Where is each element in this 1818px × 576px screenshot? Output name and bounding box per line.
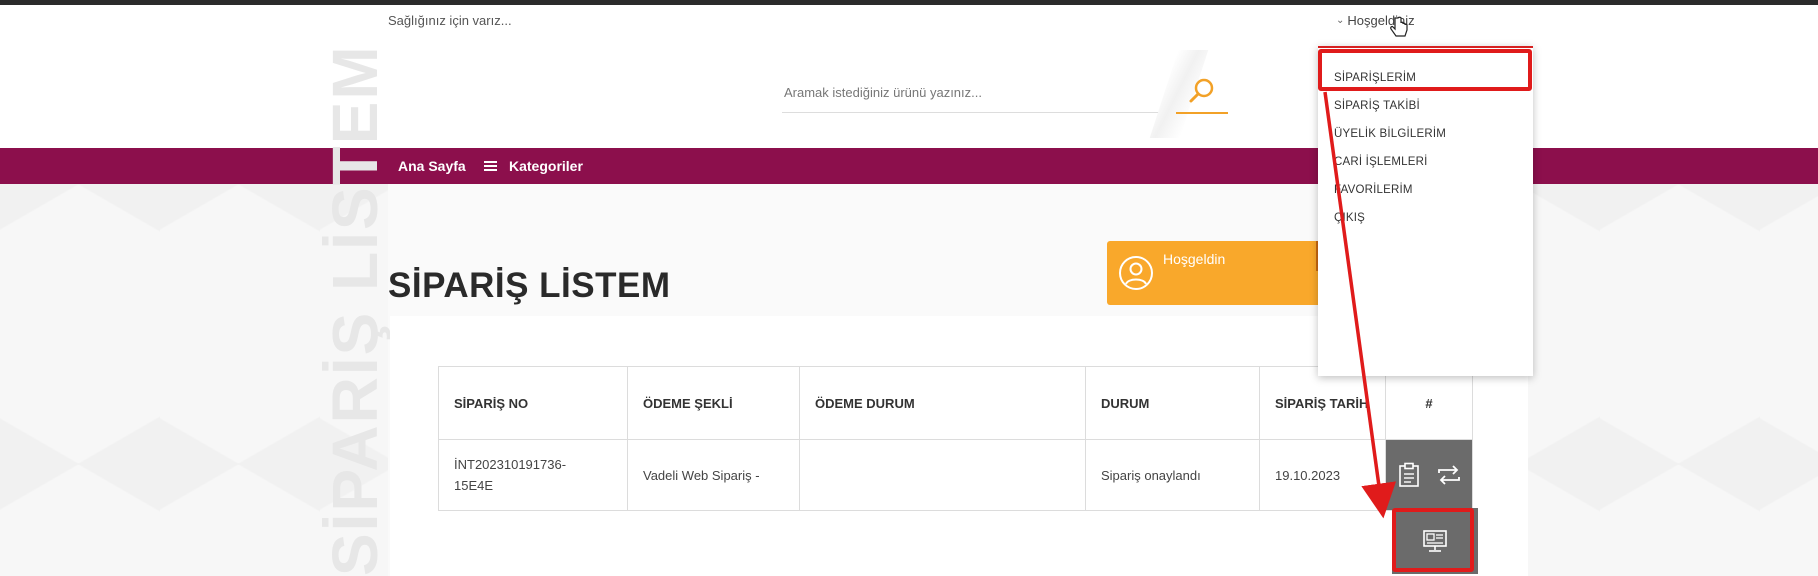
cell-order-no: İNT202310191736-15E4E xyxy=(438,439,628,511)
cell-payment-method: Vadeli Web Sipariş - xyxy=(627,439,800,511)
menu-item-order-tracking[interactable]: SİPARİŞ TAKİBİ xyxy=(1318,92,1533,120)
nav-categories-label: Kategoriler xyxy=(509,158,583,174)
menu-item-orders[interactable]: SİPARİŞLERİM xyxy=(1318,64,1533,92)
search-button[interactable] xyxy=(1176,70,1228,114)
repeat-icon xyxy=(1438,465,1460,485)
header-actions: # xyxy=(1385,366,1473,440)
account-dropdown: SİPARİŞLERİM SİPARİŞ TAKİBİ ÜYELİK BİLGİ… xyxy=(1318,46,1533,376)
hand-cursor-icon xyxy=(1390,16,1408,37)
welcome-card-title: Hoşgeldin xyxy=(1163,251,1226,267)
search-bar xyxy=(782,70,1182,113)
search-icon xyxy=(1189,78,1214,103)
table-header-row: SİPARİŞ NO ÖDEME ŞEKLİ ÖDEME DURUM DURUM… xyxy=(438,366,1473,440)
invoice-screen-icon xyxy=(1423,530,1447,552)
menu-item-logout[interactable]: ÇIKIŞ xyxy=(1318,204,1533,232)
main-navbar: Ana Sayfa Kategoriler xyxy=(0,148,1818,184)
page-title: SİPARİŞ LİSTEM xyxy=(388,266,671,305)
menu-item-favorites[interactable]: FAVORİLERİM xyxy=(1318,176,1533,204)
header-date: SİPARİŞ TARİH xyxy=(1259,366,1386,440)
nav-home-link[interactable]: Ana Sayfa xyxy=(398,158,466,174)
header-payment-method: ÖDEME ŞEKLİ xyxy=(627,366,800,440)
clipboard-icon xyxy=(1399,462,1419,487)
header-status: DURUM xyxy=(1085,366,1260,440)
table-row: İNT202310191736-15E4E Vadeli Web Sipariş… xyxy=(438,439,1473,511)
cell-actions xyxy=(1385,439,1473,511)
menu-item-membership[interactable]: ÜYELİK BİLGİLERİM xyxy=(1318,120,1533,148)
orders-table: SİPARİŞ NO ÖDEME ŞEKLİ ÖDEME DURUM DURUM… xyxy=(438,366,1473,511)
chevron-down-icon: ⌄ xyxy=(1336,15,1345,26)
menu-icon xyxy=(484,161,497,171)
header-payment-status: ÖDEME DURUM xyxy=(799,366,1086,440)
slogan-text: Sağlığınız için varız... xyxy=(388,13,512,28)
menu-item-account-transactions[interactable]: CARİ İŞLEMLERİ xyxy=(1318,148,1533,176)
cell-date: 19.10.2023 xyxy=(1259,439,1386,511)
cell-payment-status xyxy=(799,439,1086,511)
top-bar: Sağlığınız için varız... ⌄ Hoşgeldiniz xyxy=(0,5,1818,39)
nav-categories-link[interactable]: Kategoriler xyxy=(484,158,583,174)
invoice-button[interactable] xyxy=(1392,508,1478,574)
order-detail-button[interactable] xyxy=(1396,462,1422,488)
reorder-button[interactable] xyxy=(1436,462,1462,488)
welcome-card: Hoşgeldin xyxy=(1107,241,1322,305)
search-input[interactable] xyxy=(782,80,1166,104)
cell-status: Sipariş onaylandı xyxy=(1085,439,1260,511)
header-order-no: SİPARİŞ NO xyxy=(438,366,628,440)
vertical-watermark-title: SİPARİŞ LİSTEM xyxy=(319,44,391,576)
user-circle-icon xyxy=(1119,256,1153,290)
